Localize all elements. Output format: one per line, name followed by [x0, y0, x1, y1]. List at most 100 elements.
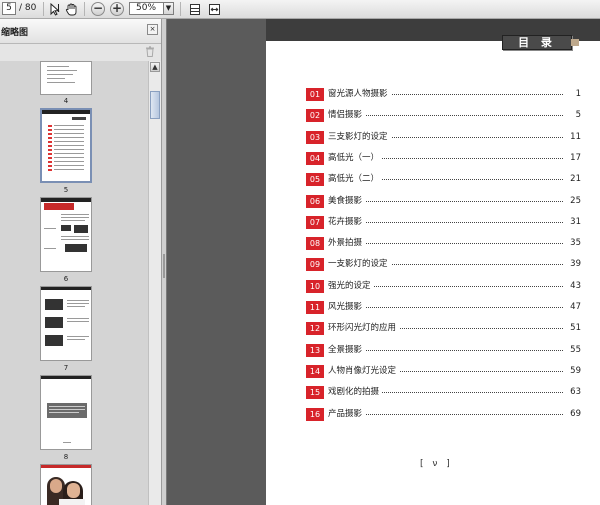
toc-entry[interactable]: 14 人物肖像灯光设定 59 [306, 364, 581, 378]
thumbnail-label: 6 [63, 275, 69, 283]
toc-entry-page: 17 [567, 151, 581, 165]
toc-entry[interactable]: 03 三支影灯的设定 11 [306, 130, 581, 144]
toc-entry-title: 戏剧化的拍摄 [328, 386, 383, 400]
toc-entry-number: 07 [306, 215, 324, 229]
toc-entry-title: 情侣摄影 [328, 109, 366, 123]
toc-entry-page: 25 [567, 194, 581, 208]
toc-heading: 目 录 [502, 35, 579, 50]
thumbnails-scrollbar[interactable]: ▲ [148, 61, 161, 505]
thumbnail-page-current[interactable] [40, 108, 92, 183]
toc-entry-page: 35 [567, 237, 581, 251]
toc-entry-page: 11 [567, 130, 581, 144]
toc-entry[interactable]: 01 窗光源人物摄影 1 [306, 88, 581, 101]
toc-entry-title: 全景摄影 [328, 343, 366, 357]
toc-entry-title: 一支影灯的设定 [328, 258, 391, 272]
toc-entry-number: 14 [306, 364, 324, 378]
toolbar-divider [84, 2, 85, 16]
thumbnail-page[interactable] [40, 375, 92, 450]
toc-entry-title: 外景拍摄 [328, 237, 366, 251]
toc-entry[interactable]: 02 情侣摄影 5 [306, 109, 581, 123]
thumbnail-label: 5 [63, 186, 69, 194]
toc-entry-number: 16 [306, 407, 324, 421]
toc-entry-number: 04 [306, 151, 324, 165]
toolbar-divider [43, 2, 44, 16]
trash-icon[interactable] [145, 46, 155, 57]
toc-entry-title: 强光的设定 [328, 279, 374, 293]
toc-entry-title: 产品摄影 [328, 407, 366, 421]
toc-entry-title: 窗光源人物摄影 [328, 88, 391, 101]
toc-entry-number: 13 [306, 343, 324, 357]
toc-entry[interactable]: 06 美食摄影 25 [306, 194, 581, 208]
zoom-in-icon[interactable]: + [109, 1, 125, 17]
toc-entry-title: 高低光（一） [328, 151, 383, 165]
thumbnails-toolbar [0, 44, 161, 59]
thumbnails-list[interactable]: 4 5 6 7 8 [0, 61, 148, 505]
toc-entry[interactable]: 13 全景摄影 55 [306, 343, 581, 357]
thumbnail-label: 7 [63, 364, 69, 372]
toc-entry-page: 5 [572, 109, 581, 123]
toc-entry-page: 47 [567, 301, 581, 314]
toc-entry[interactable]: 07 花卉摄影 31 [306, 215, 581, 229]
thumbnail-page[interactable] [40, 197, 92, 272]
toc-entry-number: 15 [306, 386, 324, 400]
toc-entry-title: 风光摄影 [328, 301, 366, 314]
toc-entry-number: 02 [306, 109, 324, 123]
toc-entry-title: 环形闪光灯的应用 [328, 322, 400, 336]
toc-entry[interactable]: 15 戏剧化的拍摄 63 [306, 386, 581, 400]
toc-entry-title: 美食摄影 [328, 194, 366, 208]
toc-entry-page: 39 [567, 258, 581, 272]
thumbnail-label: 4 [63, 97, 69, 105]
toc-entry-page: 55 [567, 343, 581, 357]
toc-entry[interactable]: 05 高低光（二） 21 [306, 173, 581, 187]
toc-entry-page: 51 [567, 322, 581, 336]
toc-entry-number: 03 [306, 130, 324, 144]
page-number-input[interactable]: 5 [2, 2, 16, 15]
thumbnails-panel: 缩略图 × 4 5 6 7 8 ▲ [0, 19, 162, 505]
close-panel-icon[interactable]: × [147, 24, 158, 35]
toc-entry-title: 三支影灯的设定 [328, 130, 391, 144]
toc-entry-number: 06 [306, 194, 324, 208]
toc-entry-number: 10 [306, 279, 324, 293]
toc-entry-number: 09 [306, 258, 324, 272]
toc-entry-number: 05 [306, 173, 324, 187]
hand-tool-icon[interactable] [63, 1, 79, 17]
toc-entry-page: 1 [572, 88, 581, 101]
toolbar: 5 / 80 − + 50% ▼ [0, 0, 600, 19]
scroll-up-icon[interactable]: ▲ [150, 62, 160, 72]
toc-entry-title: 高低光（二） [328, 173, 383, 187]
page-total: / 80 [19, 3, 37, 13]
thumbnail-page[interactable] [40, 61, 92, 95]
toc-entry-page: 21 [567, 173, 581, 187]
toc-entry-title: 人物肖像灯光设定 [328, 364, 400, 378]
page-footer-number: [ ν ] [420, 459, 453, 469]
panel-splitter[interactable] [162, 19, 167, 505]
fit-width-icon[interactable] [206, 1, 222, 17]
toc-entry[interactable]: 04 高低光（一） 17 [306, 151, 581, 165]
zoom-out-icon[interactable]: − [90, 1, 106, 17]
toc-entry-number: 01 [306, 88, 324, 101]
toc-entry-page: 31 [567, 215, 581, 229]
toc-entry-number: 08 [306, 237, 324, 251]
toc-entry[interactable]: 08 外景拍摄 35 [306, 237, 581, 251]
toc-entry[interactable]: 11 风光摄影 47 [306, 301, 581, 314]
toc-entry-number: 11 [306, 301, 324, 314]
scrollbar-thumb[interactable] [150, 91, 160, 119]
toc-entry-page: 63 [567, 386, 581, 400]
thumbnails-panel-header: 缩略图 × [0, 19, 161, 44]
zoom-dropdown-button[interactable]: ▼ [163, 2, 174, 15]
toc-entry[interactable]: 09 一支影灯的设定 39 [306, 258, 581, 272]
fit-page-icon[interactable] [187, 1, 203, 17]
thumbnail-page[interactable] [40, 286, 92, 361]
toc-entry[interactable]: 12 环形闪光灯的应用 51 [306, 322, 581, 336]
thumbnail-label: 8 [63, 453, 69, 461]
thumbnails-panel-title: 缩略图 [1, 28, 29, 38]
toc-entry-number: 12 [306, 322, 324, 336]
toc-entry[interactable]: 16 产品摄影 69 [306, 407, 581, 421]
toc-entry-title: 花卉摄影 [328, 215, 366, 229]
zoom-level-field[interactable]: 50% [129, 2, 164, 15]
toc-entry-page: 69 [567, 407, 581, 421]
thumbnail-page[interactable] [40, 464, 92, 505]
toc-entry[interactable]: 10 强光的设定 43 [306, 279, 581, 293]
select-cursor-icon[interactable] [47, 1, 63, 17]
toolbar-divider [180, 2, 181, 16]
